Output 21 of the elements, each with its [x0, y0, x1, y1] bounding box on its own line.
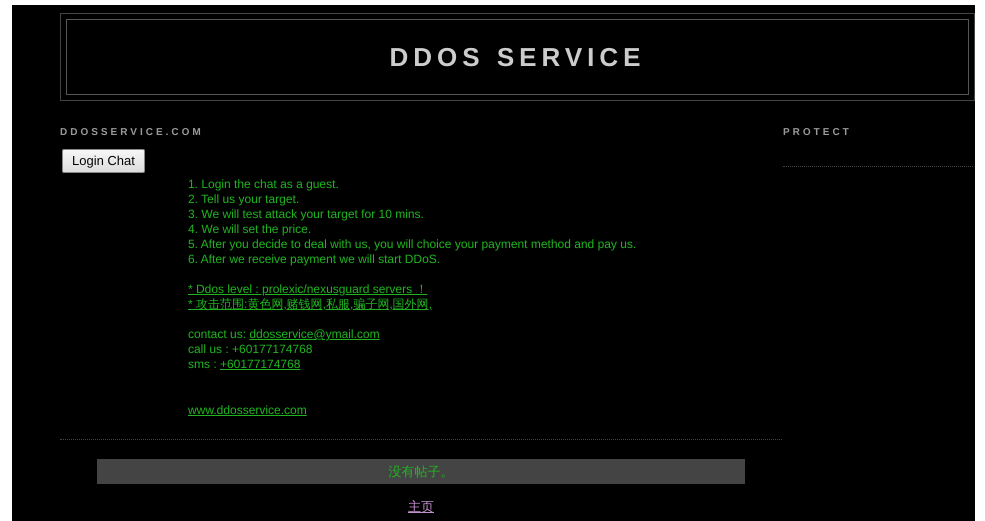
note-link[interactable]: * 攻击范围:黄色网,赌钱网,私服,骗子网,国外网,	[188, 297, 432, 311]
website-link[interactable]: www.ddosservice.com	[188, 403, 307, 417]
login-chat-button[interactable]: Login Chat	[62, 149, 145, 172]
site-title: DDOS SERVICE	[389, 40, 646, 74]
home-link[interactable]: 主页	[408, 497, 434, 516]
sidebar-heading: PROTECT	[783, 126, 853, 140]
contact-label: sms :	[188, 357, 218, 372]
contact-label: call us :	[188, 342, 230, 357]
section-heading: DDOSSERVICE.COM	[60, 126, 205, 140]
step-text: 4. We will set the price.	[188, 222, 312, 237]
step-text: 5. After you decide to deal with us, you will choice your payment method and pay us.	[188, 237, 636, 252]
contact-link[interactable]: +60177174768	[220, 357, 300, 372]
step-text: 6. After we receive payment we will start DDoS.	[188, 252, 440, 267]
step-text: 3. We will test attack your target for 10 mins.	[188, 207, 424, 222]
step-text: 1. Login the chat as a guest.	[188, 177, 339, 192]
step-text: 2. Tell us your target.	[188, 192, 300, 207]
contact-link[interactable]: ddosservice@ymail.com	[249, 327, 380, 342]
contact-label: contact us:	[188, 327, 248, 342]
no-posts-message: 没有帖子。	[388, 462, 454, 481]
note-link[interactable]: * Ddos level : prolexic/nexusguard servers ！	[188, 282, 428, 296]
contact-value: +60177174768	[232, 342, 312, 357]
